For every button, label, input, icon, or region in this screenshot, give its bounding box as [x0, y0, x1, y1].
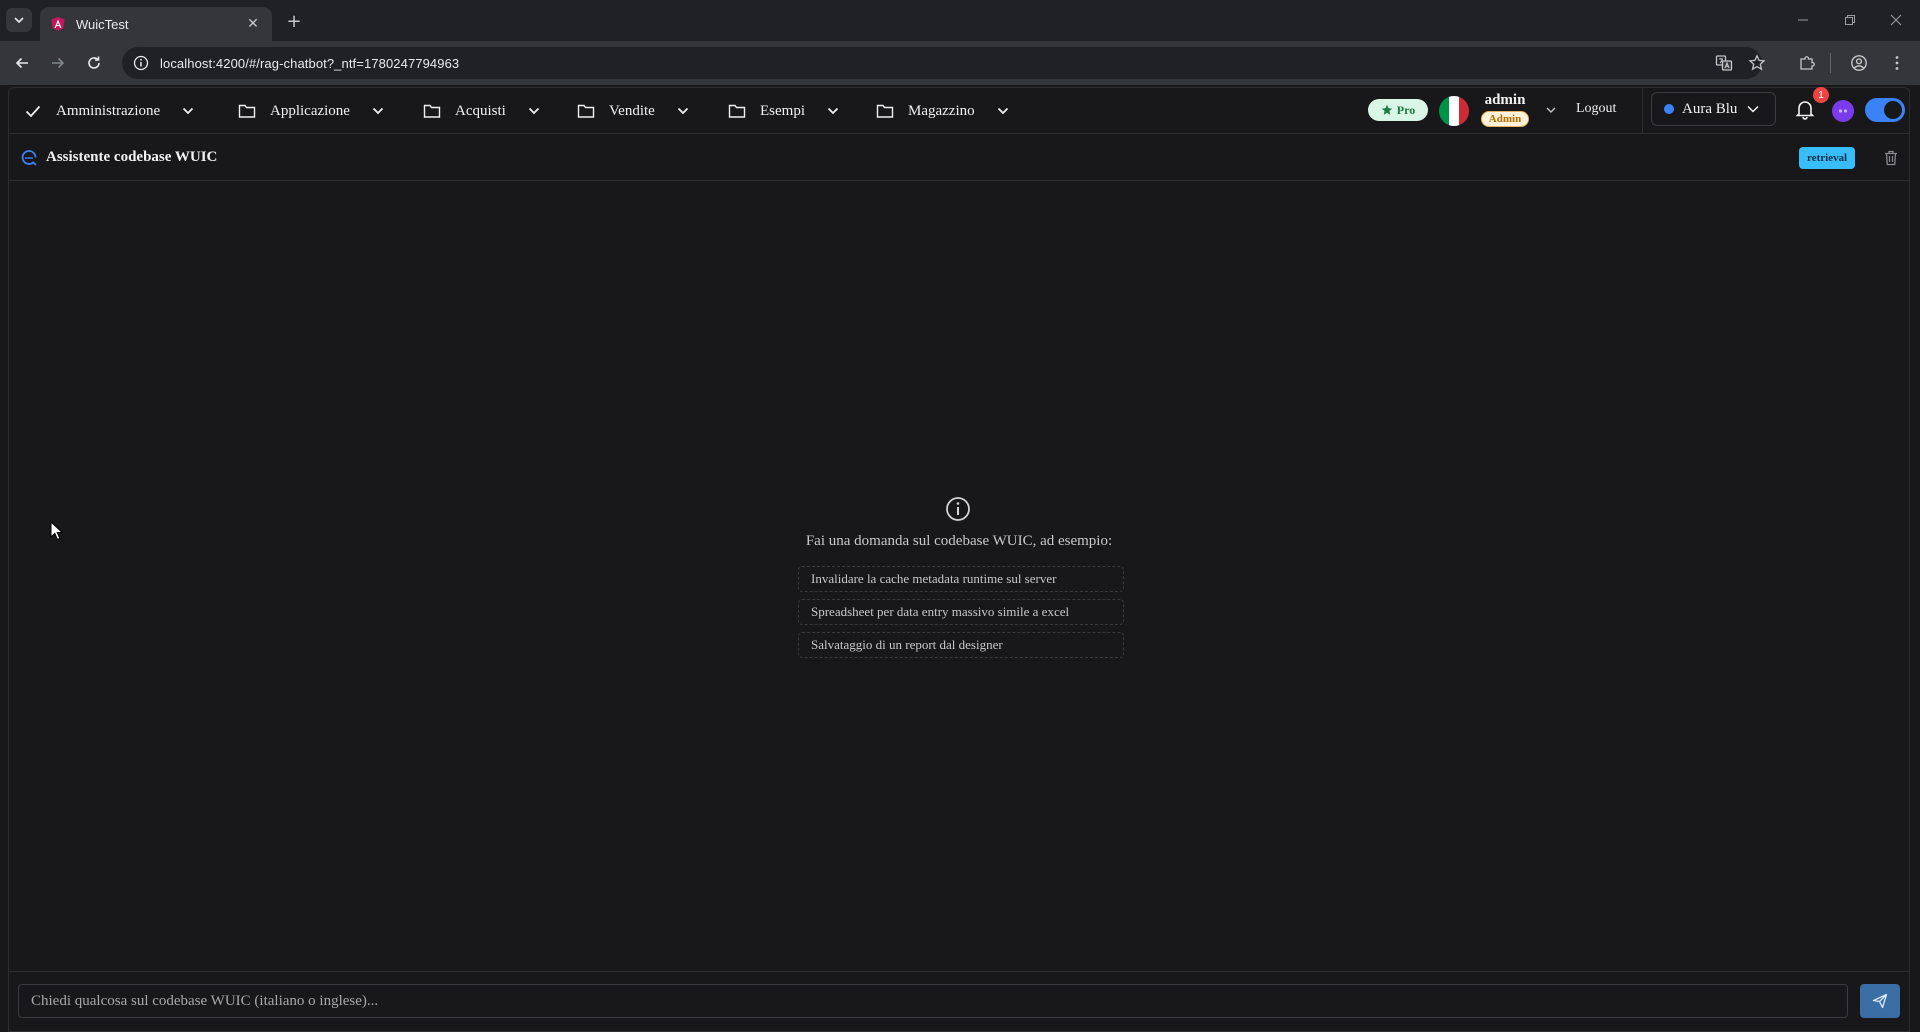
tab-search-button[interactable] — [6, 8, 32, 32]
menu-label: Vendite — [609, 102, 655, 119]
menu-amministrazione[interactable]: Amministrazione — [23, 88, 196, 134]
pro-badge[interactable]: Pro — [1368, 99, 1428, 121]
toggle-knob — [1884, 101, 1902, 119]
extensions-icon[interactable] — [1795, 51, 1819, 75]
close-tab-icon[interactable]: ✕ — [244, 15, 262, 33]
main-menubar: Amministrazione Applicazione Acquisti Ve… — [9, 87, 1909, 134]
arrow-left-icon — [15, 57, 28, 69]
menu-magazzino[interactable]: Magazzino — [875, 88, 1011, 134]
folder-icon — [875, 101, 895, 121]
restore-window-icon[interactable] — [1838, 8, 1862, 32]
chevron-down-icon — [825, 103, 841, 119]
menu-label: Esempi — [760, 102, 805, 119]
menu-label: Applicazione — [270, 102, 350, 119]
tab-title: WuicTest — [76, 16, 129, 32]
chat-input[interactable] — [18, 984, 1848, 1018]
profile-icon[interactable] — [1847, 51, 1871, 75]
back-button[interactable] — [10, 51, 34, 75]
reload-button[interactable] — [82, 51, 106, 75]
mode-badge: retrieval — [1799, 147, 1856, 169]
chat-header: Assistente codebase WUIC retrieval — [9, 134, 1909, 181]
site-info-icon[interactable] — [130, 52, 152, 74]
folder-icon — [727, 101, 747, 121]
chevron-down-icon — [370, 103, 386, 119]
suggestion-chip[interactable]: Spreadsheet per data entry massivo simil… — [798, 599, 1124, 625]
app-frame: Amministrazione Applicazione Acquisti Ve… — [8, 87, 1910, 1032]
toolbar-divider — [1830, 53, 1831, 73]
info-icon — [946, 497, 970, 521]
ai-assistant-avatar[interactable] — [1832, 100, 1854, 122]
robot-icon — [1838, 109, 1848, 113]
arrow-right-icon — [52, 57, 65, 69]
trash-icon[interactable] — [1882, 149, 1900, 167]
menu-label: Amministrazione — [56, 102, 161, 119]
send-button[interactable] — [1860, 984, 1900, 1018]
address-bar[interactable]: localhost:4200/#/rag-chatbot?_ntf=178024… — [122, 47, 1762, 79]
menu-label: Acquisti — [455, 102, 506, 119]
pro-label: Pro — [1396, 102, 1416, 117]
dark-mode-toggle[interactable] — [1865, 98, 1905, 122]
minimize-window-icon[interactable] — [1791, 8, 1815, 32]
url-text: localhost:4200/#/rag-chatbot?_ntf=178024… — [160, 55, 460, 71]
folder-icon — [422, 101, 442, 121]
logout-button[interactable]: Logout — [1576, 101, 1616, 117]
role-badge: Admin — [1480, 111, 1530, 127]
kebab-menu-icon[interactable] — [1885, 51, 1909, 75]
chat-search-icon — [21, 150, 37, 166]
chevron-down-icon — [675, 103, 691, 119]
theme-label: Aura Blue — [1682, 100, 1737, 117]
user-menu[interactable]: admin Admin — [1477, 92, 1533, 130]
chat-title: Assistente codebase WUIC — [46, 149, 218, 165]
menubar-divider — [1642, 88, 1643, 134]
send-icon — [1872, 993, 1888, 1009]
chat-input-bar — [9, 971, 1909, 1031]
bookmark-star-icon[interactable] — [1745, 51, 1769, 75]
chevron-down-icon[interactable] — [1544, 103, 1558, 117]
notification-count-badge: 1 — [1813, 87, 1829, 103]
reload-icon — [88, 56, 100, 69]
forward-button[interactable] — [46, 51, 70, 75]
close-window-icon[interactable] — [1884, 8, 1908, 32]
menu-label: Magazzino — [908, 102, 975, 119]
mouse-cursor-icon — [50, 521, 64, 541]
translate-icon[interactable] — [1712, 51, 1736, 75]
empty-hint: Fai una domanda sul codebase WUIC, ad es… — [805, 533, 1113, 549]
check-icon — [23, 101, 43, 121]
new-tab-button[interactable]: + — [282, 9, 306, 33]
bell-icon[interactable] — [1794, 98, 1816, 120]
browser-tab-active[interactable]: WuicTest ✕ — [40, 7, 272, 41]
angular-logo-icon — [51, 17, 65, 31]
folder-icon — [237, 101, 257, 121]
chevron-down-icon — [14, 17, 24, 24]
menu-esempi[interactable]: Esempi — [727, 88, 841, 134]
theme-color-dot — [1664, 104, 1674, 114]
chevron-down-icon — [180, 103, 196, 119]
chevron-down-icon — [995, 103, 1011, 119]
chevron-down-icon — [1747, 105, 1759, 113]
menu-applicazione[interactable]: Applicazione — [237, 88, 386, 134]
suggestion-chip[interactable]: Salvataggio di un report dal designer — [798, 632, 1124, 658]
folder-icon — [576, 101, 596, 121]
italian-flag-icon[interactable] — [1439, 96, 1469, 126]
menu-vendite[interactable]: Vendite — [576, 88, 691, 134]
browser-tabstrip: WuicTest ✕ + — [0, 0, 1920, 41]
menu-acquisti[interactable]: Acquisti — [422, 88, 542, 134]
chat-empty-state: Fai una domanda sul codebase WUIC, ad es… — [9, 181, 1909, 923]
star-icon — [1381, 104, 1392, 115]
chevron-down-icon — [526, 103, 542, 119]
browser-toolbar: localhost:4200/#/rag-chatbot?_ntf=178024… — [0, 41, 1920, 85]
suggestion-chip[interactable]: Invalidare la cache metadata runtime sul… — [798, 566, 1124, 592]
user-name: admin — [1484, 92, 1526, 108]
theme-select[interactable]: Aura Blue — [1651, 92, 1776, 126]
